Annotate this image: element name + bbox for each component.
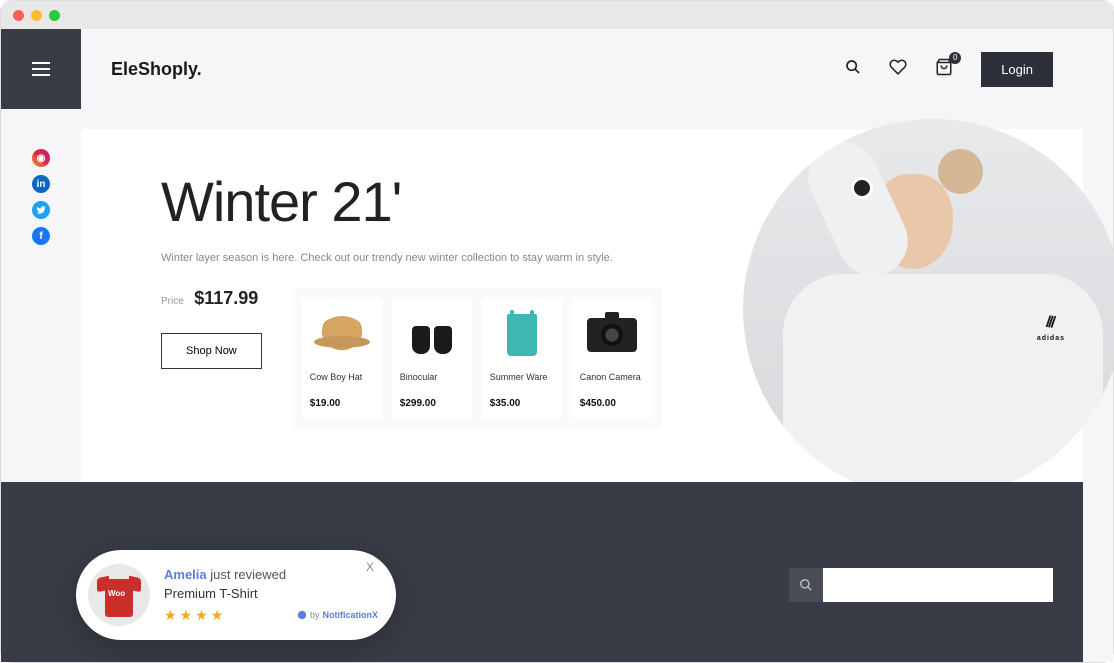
product-price: $299.00 [400, 398, 464, 409]
product-price: $35.00 [490, 398, 554, 409]
product-price: $450.00 [580, 398, 644, 409]
product-card[interactable]: Canon Camera $450.00 [572, 298, 652, 419]
linkedin-icon[interactable]: in [32, 175, 50, 193]
star-icon: ★ [180, 607, 193, 624]
search-icon [799, 578, 813, 592]
hamburger-icon [32, 62, 50, 76]
notification-user-name: Amelia [164, 567, 207, 582]
notification-credit[interactable]: by NotificationX [297, 610, 378, 620]
product-image-tanktop [507, 314, 537, 356]
window-minimize-dot[interactable] [31, 10, 42, 21]
product-card[interactable]: Binocular $299.00 [392, 298, 472, 419]
product-image-binocular [410, 316, 454, 354]
notification-popup: Woo Amelia just reviewed Premium T-Shirt… [76, 550, 396, 640]
model-brand-label: adidas [1037, 335, 1065, 342]
product-name: Canon Camera [580, 372, 644, 394]
window-titlebar [1, 1, 1113, 29]
star-icon: ★ [164, 607, 177, 624]
hero-section: Winter 21' Winter layer season is here. … [81, 129, 1083, 482]
notification-product-name: Premium T-Shirt [164, 586, 378, 601]
brand-logo[interactable]: EleShoply. [111, 59, 202, 80]
cart-badge: 0 [949, 52, 961, 64]
watch-icon [851, 177, 873, 199]
footer-search-button[interactable] [789, 568, 823, 602]
menu-toggle[interactable] [1, 29, 81, 109]
product-name: Cow Boy Hat [310, 372, 374, 394]
page-viewport: ◉ in f EleShoply. 0 Login Winter 21' Win… [1, 29, 1113, 662]
star-icon: ★ [211, 607, 224, 624]
twitter-icon[interactable] [32, 201, 50, 219]
footer-search [789, 568, 1053, 602]
notification-product-image: Woo [88, 564, 150, 626]
product-card[interactable]: Cow Boy Hat $19.00 [302, 298, 382, 419]
social-links: ◉ in f [1, 149, 81, 245]
notification-action: just reviewed [210, 567, 286, 582]
product-price: $19.00 [310, 398, 374, 409]
product-name: Summer Ware [490, 372, 554, 394]
wishlist-icon[interactable] [889, 58, 907, 81]
top-actions: 0 Login [845, 52, 1053, 87]
notification-close-button[interactable]: X [366, 560, 374, 574]
window-close-dot[interactable] [13, 10, 24, 21]
window-maximize-dot[interactable] [49, 10, 60, 21]
hero-model-image: /// adidas [743, 119, 1114, 499]
cart-icon[interactable]: 0 [935, 58, 953, 81]
left-rail: ◉ in f [1, 29, 81, 662]
facebook-icon[interactable]: f [32, 227, 50, 245]
instagram-icon[interactable]: ◉ [32, 149, 50, 167]
product-image-camera [587, 318, 637, 352]
footer-search-input[interactable] [823, 568, 1053, 602]
product-image-hat [318, 316, 366, 354]
product-carousel: Cow Boy Hat $19.00 Binocular $299.00 Sum… [292, 288, 662, 429]
product-name: Binocular [400, 372, 464, 394]
price-value: $117.99 [194, 288, 258, 308]
shop-now-button[interactable]: Shop Now [161, 333, 262, 369]
price-label: Price [161, 296, 184, 307]
top-bar: EleShoply. 0 Login [81, 29, 1083, 109]
notification-rating: ★ ★ ★ ★ by NotificationX [164, 607, 378, 624]
star-icon: ★ [195, 607, 208, 624]
login-button[interactable]: Login [981, 52, 1053, 87]
tshirt-logo-text: Woo [108, 589, 125, 598]
brand-badge-icon [297, 610, 307, 620]
product-card[interactable]: Summer Ware $35.00 [482, 298, 562, 419]
price-block: Price $117.99 Shop Now [161, 288, 262, 369]
search-icon[interactable] [845, 59, 861, 80]
